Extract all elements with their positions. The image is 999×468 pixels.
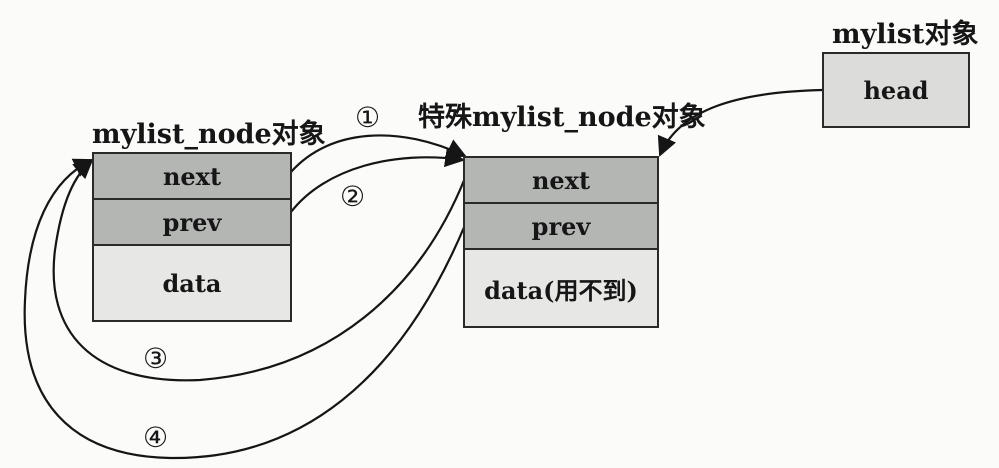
- left-node-next: next: [94, 154, 290, 200]
- left-node-data: data: [94, 246, 290, 320]
- mylist-node: head: [822, 52, 970, 128]
- marker-4: ④: [143, 421, 169, 454]
- diagram-canvas: mylist_node对象 特殊mylist_node对象 mylist对象 n…: [0, 0, 999, 468]
- marker-2: ②: [340, 180, 366, 213]
- arrow-2: [290, 147, 465, 213]
- special-node-next: next: [465, 158, 657, 204]
- middle-object-label: 特殊mylist_node对象: [418, 102, 706, 133]
- special-node-prev: prev: [465, 204, 657, 250]
- special-node: next prev data(用不到): [463, 156, 659, 328]
- left-node: next prev data: [92, 152, 292, 322]
- right-object-label: mylist对象: [832, 19, 979, 50]
- special-node-data: data(用不到): [465, 250, 657, 326]
- marker-3: ③: [143, 342, 169, 375]
- left-node-prev: prev: [94, 200, 290, 246]
- marker-1: ①: [355, 101, 381, 134]
- mylist-head: head: [824, 54, 968, 126]
- left-object-label: mylist_node对象: [92, 119, 326, 150]
